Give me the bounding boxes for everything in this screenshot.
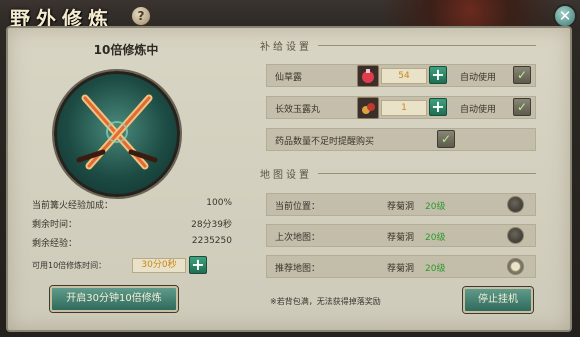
potion-icon xyxy=(357,65,379,87)
map-level: 20级 xyxy=(425,233,446,243)
training-mode-title: 10倍修炼中 xyxy=(93,43,159,57)
stat-label: 当前篝火经验加成： xyxy=(32,201,114,211)
map-row-label: 当前位置： xyxy=(275,202,321,212)
supply-section-title: 补给设置 xyxy=(260,42,312,53)
stat-value: 100% xyxy=(206,198,232,208)
map-level: 20级 xyxy=(425,202,446,212)
question-icon[interactable]: ? xyxy=(131,6,151,26)
add-item-button[interactable]: + xyxy=(429,66,447,84)
map-level: 20级 xyxy=(425,264,446,274)
map-row-recommended: 推荐地图： 荐菊洞 20级 xyxy=(266,255,536,278)
start-10x-training-button[interactable]: 开启30分钟10倍修炼 xyxy=(50,286,178,312)
remind-purchase-row: 药品数量不足时提醒购买 ✓ xyxy=(266,128,536,151)
map-place: 荐菊洞 xyxy=(387,202,415,212)
stat-remaining-exp: 剩余经验： 2235250 xyxy=(32,236,232,249)
map-row-label: 上次地图： xyxy=(275,233,321,243)
map-section-title: 地图设置 xyxy=(260,170,312,181)
add-item-button[interactable]: + xyxy=(429,98,447,116)
auto-use-checkbox[interactable]: ✓ xyxy=(513,66,531,84)
available-time-value: 30分0秒 xyxy=(132,258,186,273)
stat-label: 剩余时间： xyxy=(32,220,78,230)
map-select-radio[interactable] xyxy=(507,227,524,244)
training-status-section: 10倍修炼中 当前篝火经验加成： 100% 剩余时间： 28分39秒 剩余经验：… xyxy=(14,38,238,318)
item-name: 仙草露 xyxy=(275,73,303,83)
auto-use-checkbox[interactable]: ✓ xyxy=(513,98,531,116)
crossed-swords-emblem-icon xyxy=(54,71,180,197)
add-time-button[interactable]: + xyxy=(189,256,207,274)
item-name: 长效玉露丸 xyxy=(275,105,321,115)
close-icon[interactable]: ✕ xyxy=(553,4,577,28)
map-place: 荐菊洞 xyxy=(387,264,415,274)
section-divider xyxy=(318,173,536,174)
item-quantity: 54 xyxy=(381,68,427,84)
pill-icon xyxy=(357,97,379,119)
stat-label: 剩余经验： xyxy=(32,239,78,249)
stat-value: 2235250 xyxy=(191,236,232,246)
remind-purchase-label: 药品数量不足时提醒购买 xyxy=(275,137,375,147)
remind-purchase-checkbox[interactable]: ✓ xyxy=(437,130,455,148)
map-select-radio[interactable] xyxy=(507,196,524,213)
stat-value: 28分39秒 xyxy=(191,220,232,230)
map-row-last: 上次地图： 荐菊洞 20级 xyxy=(266,224,536,247)
section-divider xyxy=(318,45,536,46)
map-row-label: 推荐地图： xyxy=(275,264,321,274)
auto-use-label: 自动使用 xyxy=(460,105,497,115)
map-row-current: 当前位置： 荐菊洞 20级 xyxy=(266,193,536,216)
available-time-label: 可用10倍修炼时间： xyxy=(32,261,107,270)
map-select-radio-selected[interactable] xyxy=(507,258,524,275)
stat-remaining-time: 剩余时间： 28分39秒 xyxy=(32,217,232,230)
bag-full-note: ※若背包满，无法获得掉落奖励 xyxy=(270,297,381,306)
map-place: 荐菊洞 xyxy=(387,233,415,243)
supply-row-jade-pill: 长效玉露丸 1 + 自动使用 ✓ xyxy=(266,96,536,119)
item-quantity: 1 xyxy=(381,100,427,116)
supply-row-herb-dew: 仙草露 54 + 自动使用 ✓ xyxy=(266,64,536,87)
stop-auto-button[interactable]: 停止挂机 xyxy=(463,287,533,313)
stat-exp-bonus: 当前篝火经验加成： 100% xyxy=(32,198,232,211)
auto-use-label: 自动使用 xyxy=(460,73,497,83)
